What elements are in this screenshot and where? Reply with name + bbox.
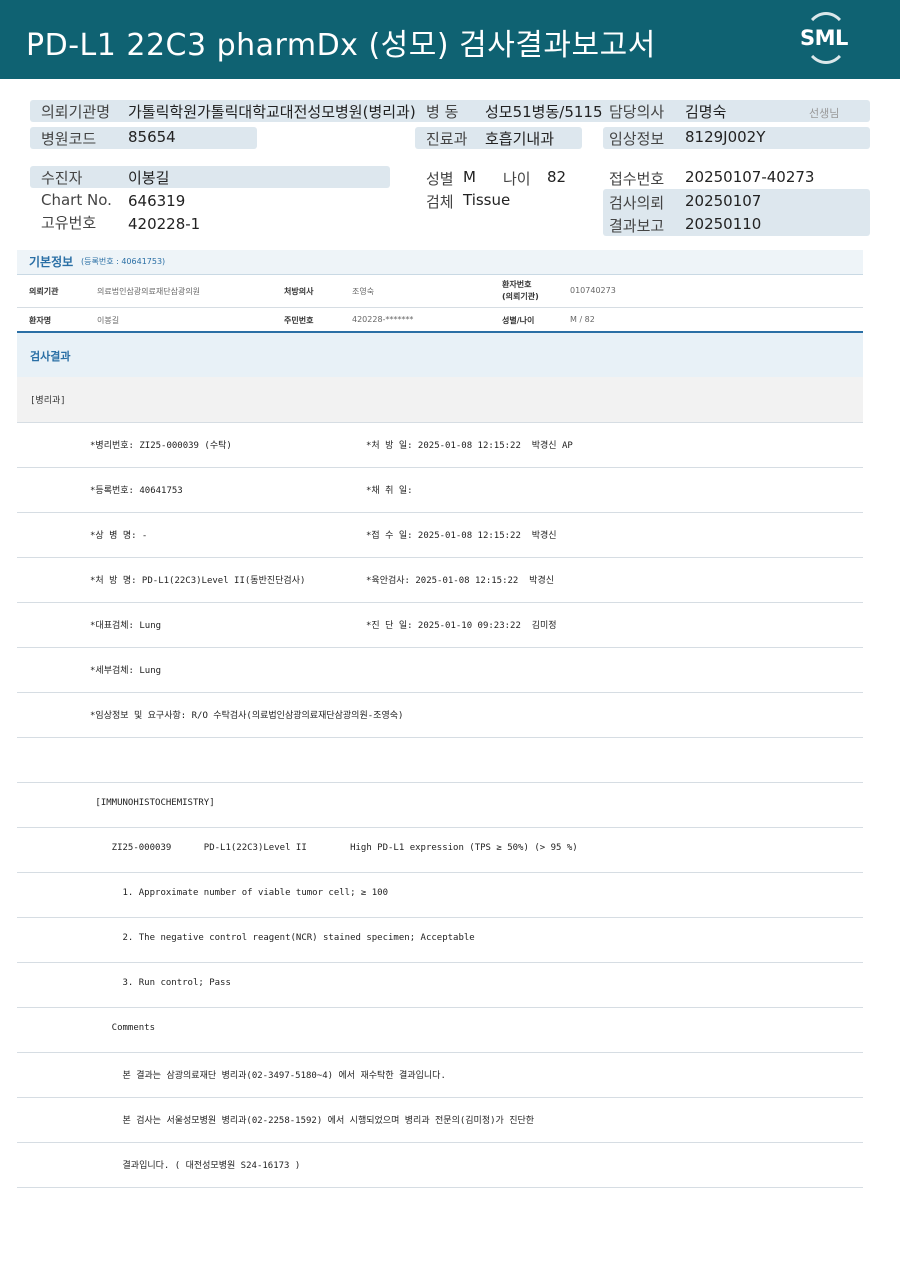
result-line: *임상정보 및 요구사항: R/O 수탁검사(의료법인삼광의료재단삼광의원-조영… xyxy=(17,692,863,738)
result-line: 1. Approximate number of viable tumor ce… xyxy=(17,872,863,918)
clinical-label: 임상정보 xyxy=(609,130,665,148)
sml-logo: SML xyxy=(798,12,854,66)
result-line-left: 결과입니다. ( 대전성모병원 S24-16173 ) xyxy=(90,1161,301,1171)
requester-value: 의료법인삼광의료재단삼광의원 xyxy=(97,287,201,296)
uid-value: 420228-1 xyxy=(128,215,201,233)
receipt-label: 접수번호 xyxy=(609,170,665,188)
result-line xyxy=(17,737,863,783)
result-line-left: 본 검사는 서울성모병원 병리과(02-2258-1592) 에서 시행되었으며… xyxy=(90,1116,535,1126)
result-line: *등록번호: 40641753 *채 취 일: xyxy=(17,467,863,513)
request-value: 20250107 xyxy=(685,192,762,210)
prescriber-key: 처방의사 xyxy=(284,287,314,296)
chart-value: 646319 xyxy=(128,192,186,210)
result-line: 본 결과는 삼광의료재단 병리과(02-3497-5180~4) 에서 재수탁한… xyxy=(17,1052,863,1098)
section-row: [병리과] xyxy=(17,377,863,423)
report-label: 결과보고 xyxy=(609,217,665,235)
dept-label: 진료과 xyxy=(426,130,468,148)
hospital-code-label: 병원코드 xyxy=(41,130,97,148)
uid-label: 고유번호 xyxy=(41,214,97,232)
result-title-bar: 검사결과 xyxy=(17,331,863,380)
age-label: 나이 xyxy=(503,170,531,188)
result-line-right: *처 방 일: 2025-01-08 12:15:22 박경신 AP xyxy=(366,441,573,451)
basic-info-title: 기본정보 xyxy=(29,255,74,269)
patient-label: 수진자 xyxy=(41,169,83,187)
result-line: 2. The negative control reagent(NCR) sta… xyxy=(17,917,863,963)
doctor-label: 담당의사 xyxy=(609,103,665,121)
result-line: 결과입니다. ( 대전성모병원 S24-16173 ) xyxy=(17,1142,863,1188)
basic-info-row-2: 환자명 이봉길 주민번호 420228-******* 성별/나이 M / 82 xyxy=(17,308,863,332)
result-line-left: 2. The negative control reagent(NCR) sta… xyxy=(90,933,475,943)
hospital-code-value: 85654 xyxy=(128,128,176,146)
ward-label: 병 동 xyxy=(426,103,459,121)
result-line-left: *처 방 명: PD-L1(22C3)Level II(동반진단검사) xyxy=(90,576,306,586)
clinical-value: 8129J002Y xyxy=(685,128,766,146)
resident-no-value: 420228-******* xyxy=(352,315,414,324)
report-value: 20250110 xyxy=(685,215,762,233)
result-line-left: *임상정보 및 요구사항: R/O 수탁검사(의료법인삼광의료재단삼광의원-조영… xyxy=(90,711,404,721)
doctor-suffix: 선생님 xyxy=(809,107,840,120)
patient-name-value: 이봉길 xyxy=(97,316,120,325)
basic-info-row-1: 의뢰기관 의료법인삼광의료재단삼광의원 처방의사 조영숙 환자번호 (의뢰기관)… xyxy=(17,275,863,308)
result-line-left: Comments xyxy=(90,1023,156,1033)
result-line: 3. Run control; Pass xyxy=(17,962,863,1008)
result-line-left: ZI25-000039 PD-L1(22C3)Level II High PD-… xyxy=(90,843,578,853)
resident-no-key: 주민번호 xyxy=(284,316,314,325)
patient-no-key-sub: (의뢰기관) xyxy=(502,292,539,301)
sex-value: M xyxy=(463,168,476,186)
patient-value: 이봉길 xyxy=(128,169,170,187)
result-line-left: [IMMUNOHISTOCHEMISTRY] xyxy=(90,798,215,808)
result-line-left: *상 병 명: - xyxy=(90,531,148,541)
ward-value: 성모51병동/5115 xyxy=(485,103,603,121)
result-line-left: 본 결과는 삼광의료재단 병리과(02-3497-5180~4) 에서 재수탁한… xyxy=(90,1071,446,1081)
chart-label: Chart No. xyxy=(41,191,112,209)
result-line-right: *진 단 일: 2025-01-10 09:23:22 김미정 xyxy=(366,621,557,631)
report-header: PD-L1 22C3 pharmDx (성모) 검사결과보고서 SML xyxy=(0,0,900,79)
result-line-left: *병리번호: ZI25-000039 (수탁) xyxy=(90,441,232,451)
result-line: ZI25-000039 PD-L1(22C3)Level II High PD-… xyxy=(17,827,863,873)
result-line-left: *세부검체: Lung xyxy=(90,666,162,676)
sex-age-value: M / 82 xyxy=(570,315,595,324)
sex-age-key: 성별/나이 xyxy=(502,316,535,325)
basic-info-title-bar: 기본정보 (등록번호 : 40641753) xyxy=(17,250,863,275)
patient-no-key: 환자번호 xyxy=(502,280,532,289)
result-line: *처 방 명: PD-L1(22C3)Level II(동반진단검사) *육안검사… xyxy=(17,557,863,603)
patient-name-key: 환자명 xyxy=(29,316,52,325)
info-bar-patient xyxy=(30,166,390,188)
result-line-right: *접 수 일: 2025-01-08 12:15:22 박경신 xyxy=(366,531,557,541)
logo-text: SML xyxy=(800,26,848,50)
result-line-left: *대표검체: Lung xyxy=(90,621,162,631)
patient-no-value: 010740273 xyxy=(570,286,616,295)
result-line: [IMMUNOHISTOCHEMISTRY] xyxy=(17,782,863,828)
institution-label: 의뢰기관명 xyxy=(41,103,111,121)
result-line: *병리번호: ZI25-000039 (수탁) *처 방 일: 2025-01-0… xyxy=(17,422,863,468)
doctor-value: 김명숙 xyxy=(685,103,727,121)
specimen-label: 검체 xyxy=(426,193,454,211)
institution-value: 가톨릭학원가톨릭대학교대전성모병원(병리과) xyxy=(128,103,416,121)
result-title: 검사결과 xyxy=(30,350,71,363)
prescriber-value: 조영숙 xyxy=(352,287,375,296)
result-line: *대표검체: Lung *진 단 일: 2025-01-10 09:23:22 김… xyxy=(17,602,863,648)
specimen-value: Tissue xyxy=(463,191,511,209)
result-line-left: 3. Run control; Pass xyxy=(90,978,231,988)
age-value: 82 xyxy=(547,168,567,186)
result-line-left: 1. Approximate number of viable tumor ce… xyxy=(90,888,389,898)
requester-key: 의뢰기관 xyxy=(29,287,59,296)
report-title: PD-L1 22C3 pharmDx (성모) 검사결과보고서 xyxy=(26,28,656,63)
result-line: *상 병 명: - *접 수 일: 2025-01-08 12:15:22 박경신 xyxy=(17,512,863,558)
receipt-value: 20250107-40273 xyxy=(685,168,815,186)
dept-value: 호흡기내과 xyxy=(485,130,555,148)
basic-info-reg-no: (등록번호 : 40641753) xyxy=(81,257,166,266)
result-line: Comments xyxy=(17,1007,863,1053)
result-line: 본 검사는 서울성모병원 병리과(02-2258-1592) 에서 시행되었으며… xyxy=(17,1097,863,1143)
result-line-right: *채 취 일: xyxy=(366,486,413,496)
result-line: *세부검체: Lung xyxy=(17,647,863,693)
sex-label: 성별 xyxy=(426,170,454,188)
result-line-right: *육안검사: 2025-01-08 12:15:22 박경신 xyxy=(366,576,555,586)
section-label: [병리과] xyxy=(30,396,66,406)
request-label: 검사의뢰 xyxy=(609,194,665,212)
result-line-left: *등록번호: 40641753 xyxy=(90,486,183,496)
